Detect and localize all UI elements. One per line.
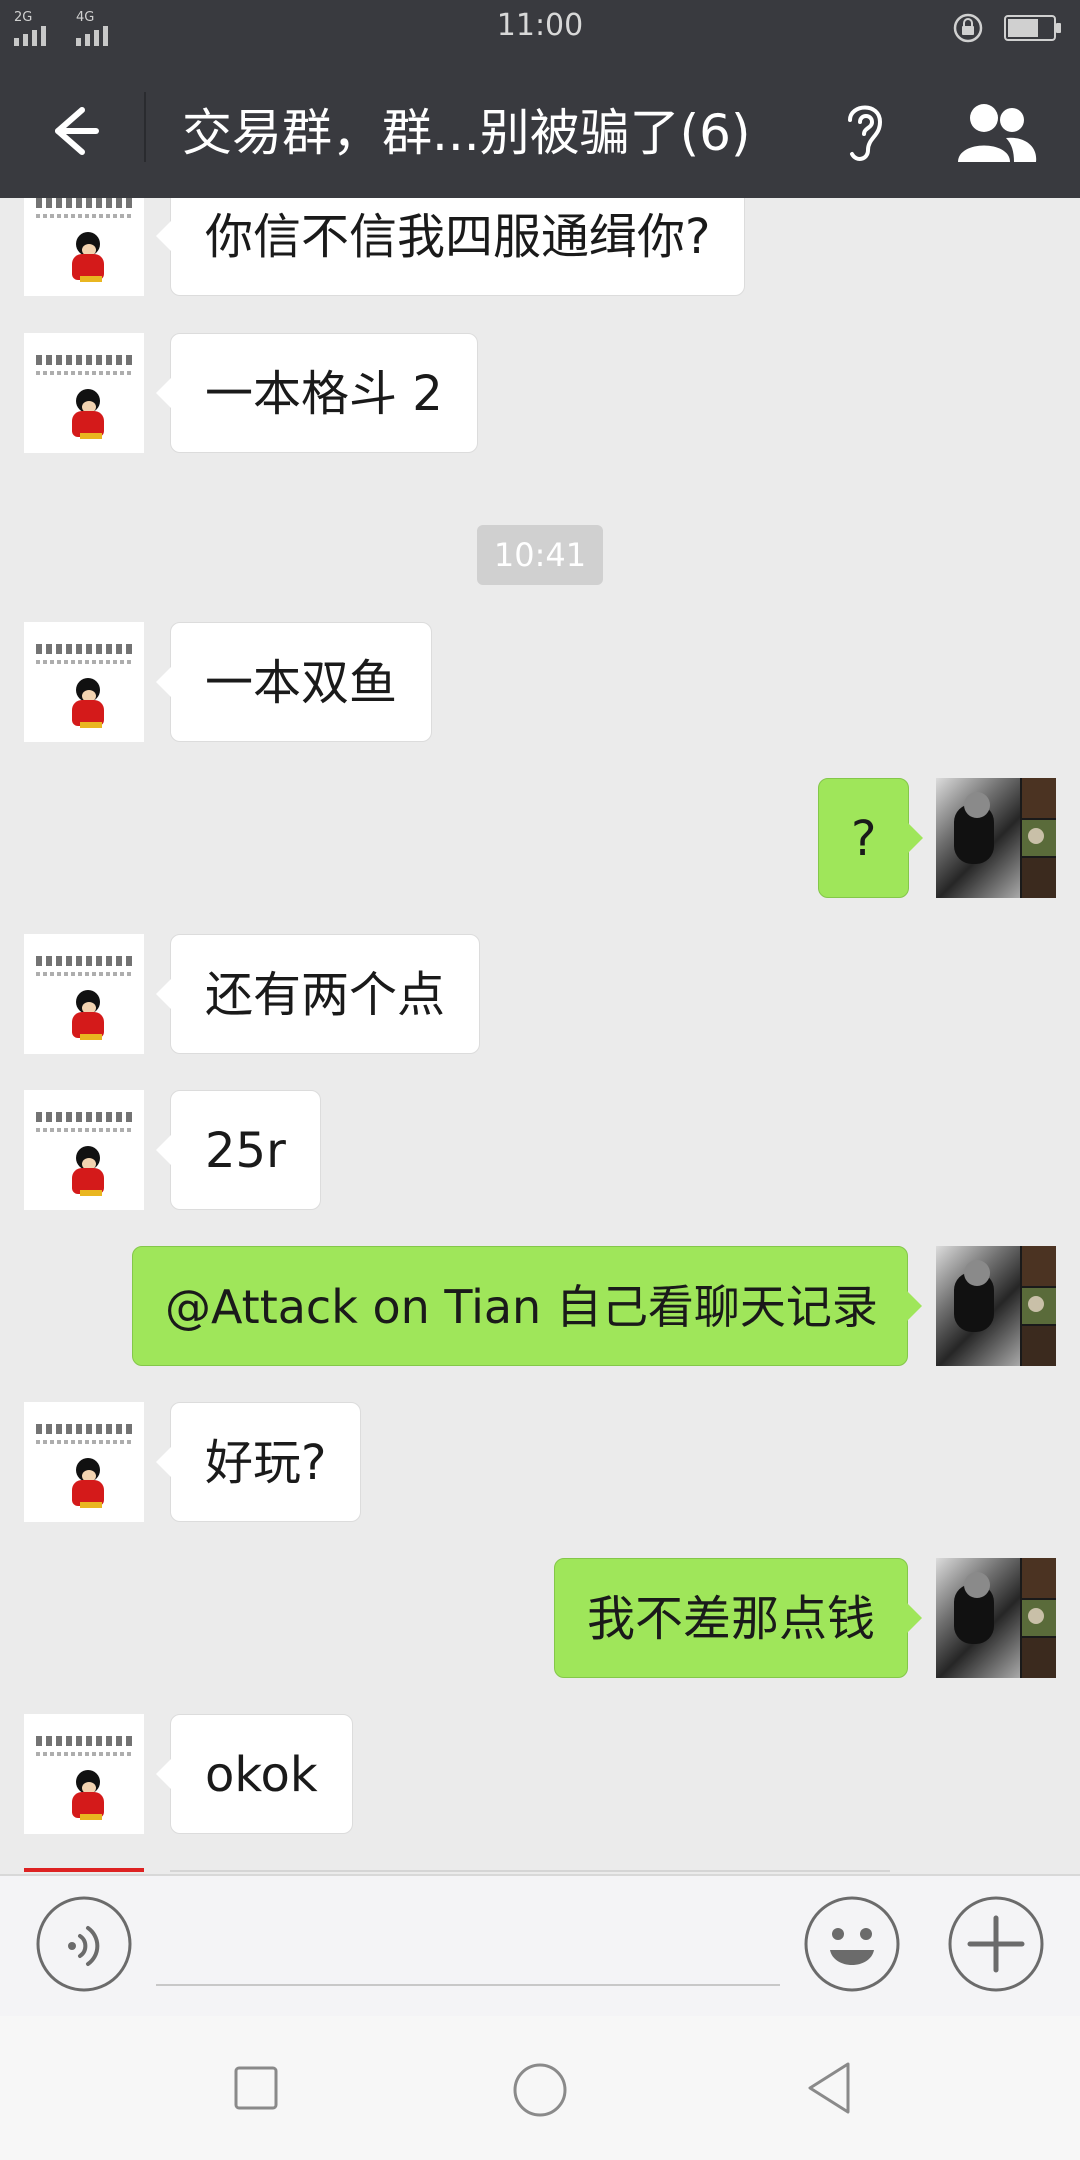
signal-bars-icon <box>14 26 46 46</box>
next-bubble-edge <box>170 1870 890 1872</box>
voice-icon[interactable] <box>36 1896 132 1992</box>
outgoing-message[interactable]: 我不差那点钱 <box>554 1558 922 1678</box>
incoming-message[interactable]: 一本格斗 2 <box>156 333 478 453</box>
time-divider: 10:41 <box>477 525 603 585</box>
sim2-signal: 4G <box>76 8 124 46</box>
status-time: 11:00 <box>496 8 584 43</box>
chat-header: 交易群，群...别被骗了(6) <box>0 56 1080 198</box>
plus-icon[interactable] <box>948 1896 1044 1992</box>
sender-avatar[interactable] <box>24 934 144 1054</box>
my-avatar[interactable] <box>936 1246 1056 1366</box>
home-icon[interactable] <box>512 2062 568 2118</box>
group-members-icon[interactable] <box>954 96 1038 166</box>
back-triangle-icon[interactable] <box>804 2060 852 2116</box>
chat-title[interactable]: 交易群，群...别被骗了(6) <box>182 98 802 168</box>
sender-avatar[interactable] <box>24 1402 144 1522</box>
incoming-message[interactable]: 好玩? <box>155 1402 362 1522</box>
recents-icon[interactable] <box>234 2066 278 2110</box>
status-bar: 2G 4G 11:00 <box>0 0 1080 56</box>
outgoing-message[interactable]: ? <box>818 778 925 898</box>
my-avatar[interactable] <box>936 1558 1056 1678</box>
incoming-message[interactable]: 你信不信我四服通缉你? <box>155 198 746 296</box>
sender-avatar[interactable] <box>24 198 144 296</box>
sim1-label: 2G <box>14 10 33 25</box>
input-bar <box>0 1874 1080 2016</box>
sender-avatar[interactable] <box>24 1714 144 1834</box>
my-avatar[interactable] <box>936 778 1056 898</box>
next-avatar-edge <box>24 1868 144 1872</box>
signal-indicators: 2G 4G <box>14 8 124 46</box>
sender-avatar[interactable] <box>24 1090 144 1210</box>
battery-icon <box>1004 15 1061 41</box>
arrow-left-icon[interactable] <box>36 96 106 166</box>
outgoing-message[interactable]: @Attack on Tian 自己看聊天记录 <box>132 1246 922 1366</box>
incoming-message[interactable]: 一本双鱼 <box>155 622 433 742</box>
header-divider <box>144 92 146 162</box>
message-list[interactable]: 你信不信我四服通缉你? 一本格斗 2 10:41 一本双鱼 ? 还有两个点 25… <box>0 198 1080 1874</box>
system-navigation-bar <box>0 2016 1080 2160</box>
sender-avatar[interactable] <box>24 333 144 453</box>
incoming-message[interactable]: 还有两个点 <box>155 934 481 1054</box>
signal-bars-icon <box>76 26 108 46</box>
sim2-label: 4G <box>76 10 95 25</box>
sender-avatar[interactable] <box>24 622 144 742</box>
incoming-message[interactable]: 25r <box>156 1090 321 1210</box>
incoming-message[interactable]: okok <box>156 1714 353 1834</box>
emoji-icon[interactable] <box>804 1896 900 1992</box>
ear-icon[interactable] <box>836 92 892 168</box>
sim1-signal: 2G <box>14 8 62 46</box>
message-input[interactable] <box>156 1894 780 1986</box>
rotation-lock-icon <box>953 13 983 43</box>
